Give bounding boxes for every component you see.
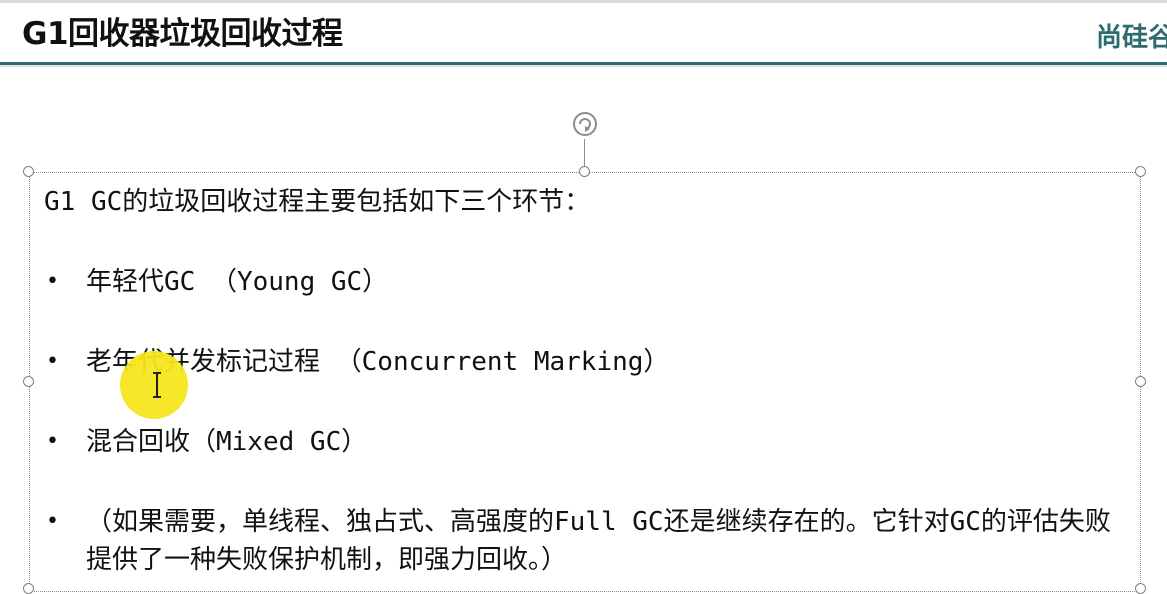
- bullet-text: 年轻代GC （Young GC）: [86, 267, 389, 297]
- bullet-marker: •: [46, 349, 59, 374]
- bullet-item-mixed-gc: • 混合回收（Mixed GC）: [44, 420, 1124, 464]
- top-border: [0, 0, 1167, 3]
- bullet-item-young-gc: • 年轻代GC （Young GC）: [44, 260, 1124, 304]
- text-box-content[interactable]: G1 GC的垃圾回收过程主要包括如下三个环节： • 年轻代GC （Young G…: [44, 180, 1134, 575]
- rotate-handle-icon[interactable]: [571, 110, 599, 138]
- resize-handle-bottom-right[interactable]: [1135, 583, 1146, 594]
- bullet-text: 老年代并发标记过程 （Concurrent Marking）: [86, 347, 670, 377]
- bullet-marker: •: [46, 429, 59, 454]
- header-divider-shadow: [0, 65, 1167, 67]
- resize-handle-top-left[interactable]: [23, 166, 34, 177]
- bullet-text: （如果需要，单线程、独占式、高强度的Full GC还是继续存在的。它针对GC的评…: [86, 507, 1111, 575]
- brand-logo: 尚硅谷: [1092, 17, 1167, 53]
- resize-handle-middle-left[interactable]: [23, 376, 34, 387]
- intro-text: G1 GC的垃圾回收过程主要包括如下三个环节：: [44, 187, 591, 217]
- rotate-handle-stem: [584, 139, 585, 167]
- resize-handle-bottom-left[interactable]: [23, 583, 34, 594]
- bullet-marker: •: [46, 509, 59, 534]
- bullet-item-full-gc: • （如果需要，单线程、独占式、高强度的Full GC还是继续存在的。它针对GC…: [44, 500, 1124, 579]
- resize-handle-top-center[interactable]: [579, 166, 590, 177]
- bullet-text: 混合回收（Mixed GC）: [86, 427, 368, 457]
- logo-text: 尚硅谷: [1096, 22, 1167, 53]
- text-cursor-icon: [153, 372, 161, 398]
- resize-handle-middle-right[interactable]: [1135, 376, 1146, 387]
- bullet-marker: •: [46, 269, 59, 294]
- slide-title[interactable]: G1回收器垃圾回收过程: [22, 12, 343, 56]
- slide: G1回收器垃圾回收过程 尚硅谷 G1 GC的垃圾回收过程主要包括如下三个环节： …: [0, 0, 1167, 594]
- bullet-item-concurrent-marking: • 老年代并发标记过程 （Concurrent Marking）: [44, 340, 1124, 384]
- resize-handle-top-right[interactable]: [1135, 166, 1146, 177]
